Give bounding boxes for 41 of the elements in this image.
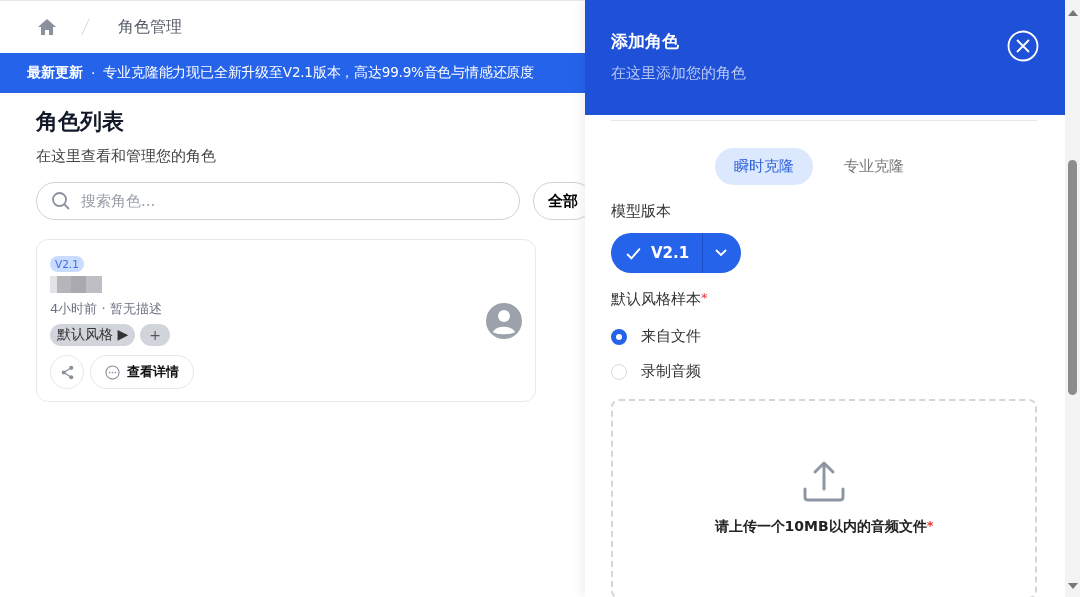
banner-message: 专业克隆能力现已全新升级至V2.1版本，高达99.9%音色与情感还原度 [103,64,535,82]
banner-title: 最新更新 [27,64,83,82]
filter-button[interactable]: 全部 [533,182,585,220]
banner-separator: · [91,65,96,81]
breadcrumb-item: 角色管理 [118,16,182,38]
chevron-down-icon [715,249,728,257]
scroll-down-icon[interactable] [1067,583,1078,589]
page-subtitle: 在这里查看和管理您的角色 [36,147,217,166]
card-meta: 4小时前 · 暂无描述 [50,300,163,318]
scrollbar-thumb[interactable] [1068,160,1077,395]
search-icon [51,191,71,211]
scroll-up-icon[interactable] [1067,10,1078,16]
search-field[interactable]: 搜索角色... [36,182,520,220]
style-tag[interactable]: 默认风格 ▶ [50,324,136,346]
drawer-title: 添加角色 [611,30,680,53]
upload-icon [802,459,846,503]
model-version-value: V2.1 [651,244,690,262]
radio-button[interactable] [611,328,627,345]
required-mark: * [926,518,934,533]
avatar-icon [486,303,522,339]
style-sample-label: 默认风格样本 [611,290,701,308]
clone-mode-tab[interactable]: 专业克隆 [825,148,923,185]
view-details-button[interactable]: 查看详情 [90,355,194,389]
source-radio-option[interactable]: 录制音频 [611,362,1037,381]
close-icon[interactable] [1007,30,1039,62]
redacted-name-block [50,276,102,293]
drawer-subtitle: 在这里添加您的角色 [611,64,746,83]
add-style-button[interactable]: + [140,324,170,346]
version-badge: V2.1 [50,256,84,272]
source-radio-option[interactable]: 来自文件 [611,327,1037,346]
more-icon [105,364,120,380]
page-title: 角色列表 [36,108,125,136]
clone-mode-tab[interactable]: 瞬时克隆 [715,148,813,185]
upload-dropzone[interactable]: 请上传一个10MB以内的音频文件* [611,399,1037,597]
model-version-label: 模型版本 [611,202,672,221]
share-icon [59,364,75,380]
required-mark: * [701,290,708,305]
model-version-selector[interactable]: V2.1 [611,233,742,273]
home-icon[interactable] [37,18,57,36]
upload-instruction: 请上传一个10MB以内的音频文件 [714,518,927,534]
share-button[interactable] [50,355,84,389]
